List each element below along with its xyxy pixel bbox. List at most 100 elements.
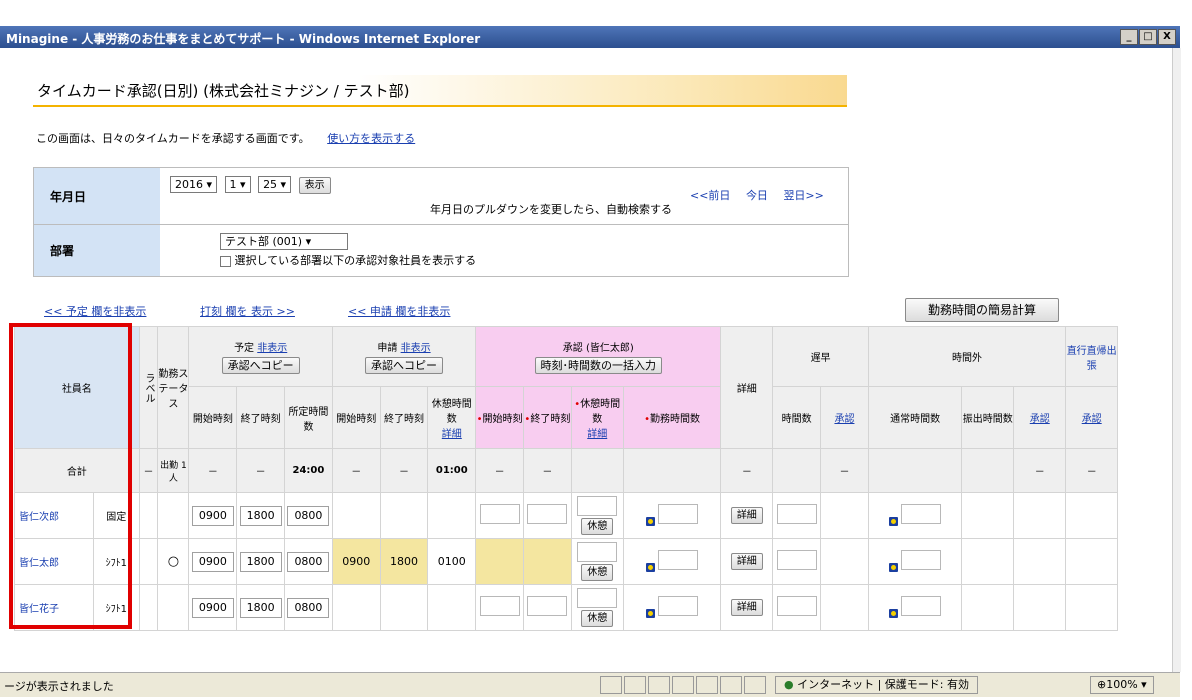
col-late-approve: 承認 bbox=[820, 386, 869, 449]
month-select[interactable]: 1 ▾ bbox=[224, 176, 251, 193]
apply-break-cell bbox=[427, 584, 477, 631]
toggle-apply-link[interactable]: << 申請 欄を非表示 bbox=[348, 303, 450, 319]
status-segment bbox=[696, 676, 718, 694]
dept-select[interactable]: テスト部 (001) ▾ bbox=[220, 233, 348, 250]
window-titlebar: Minagine - 人事労務のお仕事をまとめてサポート - Windows I… bbox=[0, 26, 1180, 48]
night-icon bbox=[645, 516, 655, 526]
plan-end-cell: 1800 bbox=[236, 584, 286, 631]
ot-normal-input[interactable] bbox=[901, 504, 942, 524]
status-cell bbox=[157, 492, 190, 539]
minimize-button[interactable]: _ bbox=[1120, 29, 1138, 45]
col-detail: 詳細 bbox=[720, 326, 774, 449]
dept-checkbox[interactable] bbox=[220, 255, 231, 267]
total-dash: － bbox=[188, 448, 238, 493]
approve-end-input[interactable] bbox=[527, 596, 568, 616]
status-message: ージが表示されました bbox=[4, 680, 114, 693]
approve-break-input[interactable] bbox=[577, 496, 618, 516]
prev-day-link[interactable]: <<前日 bbox=[690, 189, 730, 202]
break-button[interactable]: 休憩 bbox=[581, 610, 614, 627]
total-empty bbox=[570, 448, 624, 493]
plan-fixed-input[interactable]: 0800 bbox=[287, 597, 330, 618]
approve-break-detail-link[interactable]: 詳細 bbox=[587, 429, 607, 440]
apply-copy-button[interactable]: 承認へコピー bbox=[365, 357, 444, 374]
ot-approve-cell bbox=[1013, 584, 1067, 631]
howto-link[interactable]: 使い方を表示する bbox=[327, 132, 415, 145]
plan-fixed-input[interactable]: 0800 bbox=[287, 505, 330, 526]
close-button[interactable]: X bbox=[1158, 29, 1176, 45]
status-segment bbox=[672, 676, 694, 694]
approve-work-input[interactable] bbox=[658, 550, 699, 570]
plan-end-input[interactable]: 1800 bbox=[239, 597, 282, 618]
toggle-punch-link[interactable]: 打刻 欄を 表示 >> bbox=[200, 303, 295, 319]
vertical-scrollbar[interactable] bbox=[1172, 48, 1181, 672]
approve-break-cell: 休憩 bbox=[570, 538, 624, 585]
plan-fixed-input[interactable]: 0800 bbox=[287, 551, 330, 572]
day-select[interactable]: 25 ▾ bbox=[258, 176, 292, 193]
plan-start-input[interactable]: 0900 bbox=[191, 551, 234, 572]
employee-name[interactable]: 皆仁太郎 bbox=[14, 538, 94, 585]
next-day-link[interactable]: 翌日>> bbox=[783, 189, 823, 202]
show-button[interactable]: 表示 bbox=[298, 177, 331, 194]
approve-break-input[interactable] bbox=[577, 588, 618, 608]
ot-normal-input[interactable] bbox=[901, 550, 942, 570]
col-ot-approve: 承認 bbox=[1013, 386, 1067, 449]
total-break: 01:00 bbox=[427, 448, 477, 493]
detail-button[interactable]: 詳細 bbox=[730, 553, 763, 570]
break-button[interactable]: 休憩 bbox=[581, 564, 614, 581]
calc-button[interactable]: 勤務時間の簡易計算 bbox=[905, 298, 1059, 322]
col-approve-end: •終了時刻 bbox=[522, 386, 572, 449]
col-plan-end: 終了時刻 bbox=[236, 386, 286, 449]
year-select[interactable]: 2016 ▾ bbox=[170, 176, 218, 193]
night-icon bbox=[888, 608, 898, 618]
approve-start-cell bbox=[475, 538, 524, 585]
plan-start-input[interactable]: 0900 bbox=[191, 597, 234, 618]
approve-start-input[interactable] bbox=[479, 596, 520, 616]
plan-copy-button[interactable]: 承認へコピー bbox=[221, 357, 300, 374]
approve-work-input[interactable] bbox=[658, 504, 699, 524]
approve-start-input[interactable] bbox=[479, 504, 520, 524]
zoom-control[interactable]: ⊕100% ▾ bbox=[1090, 676, 1154, 694]
employee-name[interactable]: 皆仁次郎 bbox=[14, 492, 94, 539]
night-icon bbox=[645, 562, 655, 572]
today-link[interactable]: 今日 bbox=[746, 189, 768, 202]
break-detail-link[interactable]: 詳細 bbox=[442, 429, 462, 440]
plan-hide-link[interactable]: 非表示 bbox=[257, 343, 287, 354]
maximize-button[interactable]: □ bbox=[1139, 29, 1157, 45]
late-hours-input[interactable] bbox=[776, 504, 817, 524]
date-note: 年月日のプルダウンを変更したら、自動検索する bbox=[430, 203, 672, 216]
plan-start-cell: 0900 bbox=[188, 492, 238, 539]
approve-break-input[interactable] bbox=[577, 542, 618, 562]
total-dash: － bbox=[138, 448, 159, 493]
late-hours-input[interactable] bbox=[776, 596, 817, 616]
security-zone[interactable]: ● インターネット | 保護モード: 有効 bbox=[775, 676, 979, 694]
col-late-hours: 時間数 bbox=[772, 386, 822, 449]
plan-fixed-cell: 0800 bbox=[284, 584, 333, 631]
toggle-plan-link[interactable]: << 予定 欄を非表示 bbox=[44, 303, 146, 319]
approve-work-input[interactable] bbox=[658, 596, 699, 616]
plan-end-input[interactable]: 1800 bbox=[239, 505, 282, 526]
bulk-input-button[interactable]: 時刻･時間数の一括入力 bbox=[534, 357, 663, 374]
table-row: 皆仁花子 ｼﾌﾄ1 0900 1800 0800 休憩 詳細 bbox=[14, 584, 1164, 631]
approve-start-cell bbox=[475, 584, 524, 631]
plan-end-input[interactable]: 1800 bbox=[239, 551, 282, 572]
employee-name[interactable]: 皆仁花子 bbox=[14, 584, 94, 631]
table-row: 皆仁次郎 固定 0900 1800 0800 休憩 詳細 bbox=[14, 492, 1164, 539]
late-hours-input[interactable] bbox=[776, 550, 817, 570]
approve-end-input[interactable] bbox=[527, 504, 568, 524]
apply-hide-link[interactable]: 非表示 bbox=[401, 343, 431, 354]
late-approve-cell bbox=[820, 538, 869, 585]
detail-button[interactable]: 詳細 bbox=[730, 599, 763, 616]
apply-start-cell bbox=[331, 584, 381, 631]
intro-description: この画面は、日々のタイムカードを承認する画面です。 bbox=[36, 132, 310, 145]
plan-start-cell: 0900 bbox=[188, 538, 238, 585]
plan-fixed-cell: 0800 bbox=[284, 538, 333, 585]
plan-start-input[interactable]: 0900 bbox=[191, 505, 234, 526]
detail-button[interactable]: 詳細 bbox=[730, 507, 763, 524]
total-row: 合計 － 出勤 1人 － － 24:00 － － 01:00 － － － － －… bbox=[14, 448, 1164, 493]
approve-group-header: 承認 (皆仁太郎) 時刻･時間数の一括入力 bbox=[475, 326, 722, 387]
ot-normal-input[interactable] bbox=[901, 596, 942, 616]
break-button[interactable]: 休憩 bbox=[581, 518, 614, 535]
apply-end-cell bbox=[379, 492, 429, 539]
total-empty bbox=[622, 448, 722, 493]
total-dash: － bbox=[720, 448, 774, 493]
